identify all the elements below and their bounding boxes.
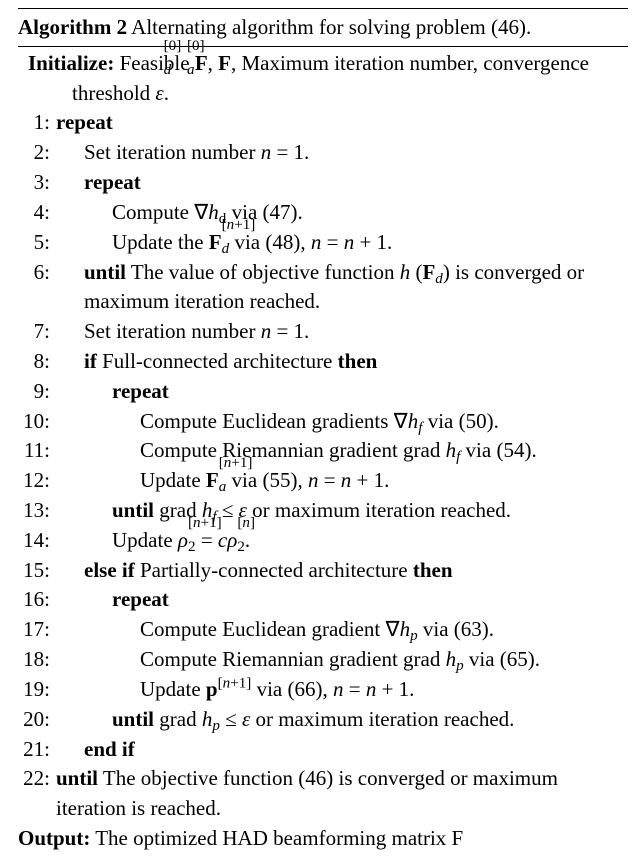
init-F2: F bbox=[218, 51, 231, 75]
line-number: 20: bbox=[18, 705, 56, 735]
code-line: 12:Update F[n+1]a via (55), n = n + 1. bbox=[18, 466, 628, 496]
code-line: 4:Compute ∇hd via (47). bbox=[18, 198, 628, 228]
code-line: 1:repeat bbox=[18, 108, 628, 138]
line-number: 15: bbox=[18, 556, 56, 586]
line-code: repeat bbox=[56, 377, 628, 407]
code-line: 3:repeat bbox=[18, 168, 628, 198]
line-code: Set iteration number n = 1. bbox=[56, 138, 628, 168]
algorithm-block: Algorithm 2 Alternating algorithm for so… bbox=[0, 0, 640, 860]
code-line: 14:Update ρ[n+1]2 = cρ[n]2. bbox=[18, 526, 628, 556]
code-line: 11:Compute Riemannian gradient grad hf v… bbox=[18, 436, 628, 466]
initialize-label: Initialize: bbox=[28, 51, 114, 75]
init-F1-sub: d bbox=[164, 62, 172, 78]
line-code: Set iteration number n = 1. bbox=[56, 317, 628, 347]
line-code: until The value of objective function h … bbox=[56, 258, 628, 318]
init-F2-sub: a bbox=[187, 62, 195, 78]
line-code: Compute Euclidean gradient ∇hp via (63). bbox=[56, 615, 628, 645]
line-code: Update F[n+1]a via (55), n = n + 1. bbox=[56, 466, 628, 496]
code-line: 10:Compute Euclidean gradients ∇hf via (… bbox=[18, 407, 628, 437]
init-comma1: , bbox=[208, 51, 219, 75]
line-code: repeat bbox=[56, 585, 628, 615]
line-number: 5: bbox=[18, 228, 56, 258]
line-number: 4: bbox=[18, 198, 56, 228]
output-label: Output: bbox=[18, 826, 90, 850]
line-number: 13: bbox=[18, 496, 56, 526]
code-line: 18:Compute Riemannian gradient grad hp v… bbox=[18, 645, 628, 675]
line-code: repeat bbox=[56, 168, 628, 198]
line-code: Compute Euclidean gradients ∇hf via (50)… bbox=[56, 407, 628, 437]
line-number: 22: bbox=[18, 764, 56, 824]
code-line: 21:end if bbox=[18, 735, 628, 765]
line-number: 19: bbox=[18, 675, 56, 705]
code-line: 8:if Full-connected architecture then bbox=[18, 347, 628, 377]
line-code: Update ρ[n+1]2 = cρ[n]2. bbox=[56, 526, 628, 556]
init-F1: F bbox=[195, 51, 208, 75]
line-number: 16: bbox=[18, 585, 56, 615]
line-number: 3: bbox=[18, 168, 56, 198]
code-line: 5:Update the F[n+1]d via (48), n = n + 1… bbox=[18, 228, 628, 258]
line-number: 7: bbox=[18, 317, 56, 347]
line-number: 12: bbox=[18, 466, 56, 496]
line-number: 9: bbox=[18, 377, 56, 407]
initialize-line: Initialize: Feasible F[0]d, F[0]a, Maxim… bbox=[18, 49, 628, 109]
line-code: end if bbox=[56, 735, 628, 765]
algorithm-title-rest: Alternating algorithm for solving proble… bbox=[127, 15, 531, 39]
line-code: Update the F[n+1]d via (48), n = n + 1. bbox=[56, 228, 628, 258]
line-code: else if Partially-connected architecture… bbox=[56, 556, 628, 586]
line-code: Compute ∇hd via (47). bbox=[56, 198, 628, 228]
code-line: 13:until grad hf ≤ ε or maximum iteratio… bbox=[18, 496, 628, 526]
code-line: 19:Update p[n+1] via (66), n = n + 1. bbox=[18, 675, 628, 705]
algorithm-number: Algorithm 2 bbox=[18, 15, 127, 39]
algorithm-title-line: Algorithm 2 Alternating algorithm for so… bbox=[18, 8, 628, 47]
line-code: Compute Riemannian gradient grad hf via … bbox=[56, 436, 628, 466]
code-line: 15:else if Partially-connected architect… bbox=[18, 556, 628, 586]
line-number: 8: bbox=[18, 347, 56, 377]
line-code: if Full-connected architecture then bbox=[56, 347, 628, 377]
init-eps: ε bbox=[155, 81, 163, 105]
line-number: 6: bbox=[18, 258, 56, 318]
line-code: repeat bbox=[56, 108, 628, 138]
line-number: 17: bbox=[18, 615, 56, 645]
code-line: 9:repeat bbox=[18, 377, 628, 407]
line-code: until The objective function (46) is con… bbox=[56, 764, 628, 824]
code-line: 17:Compute Euclidean gradient ∇hp via (6… bbox=[18, 615, 628, 645]
code-line: 7:Set iteration number n = 1. bbox=[18, 317, 628, 347]
line-number: 2: bbox=[18, 138, 56, 168]
code-line: 2:Set iteration number n = 1. bbox=[18, 138, 628, 168]
line-number: 10: bbox=[18, 407, 56, 437]
line-number: 21: bbox=[18, 735, 56, 765]
output-rest: The optimized HAD beamforming matrix F bbox=[90, 826, 463, 850]
line-number: 14: bbox=[18, 526, 56, 556]
line-number: 1: bbox=[18, 108, 56, 138]
line-code: Compute Riemannian gradient grad hp via … bbox=[56, 645, 628, 675]
code-line: 16:repeat bbox=[18, 585, 628, 615]
init-period: . bbox=[164, 81, 169, 105]
code-line: 20:until grad hp ≤ ε or maximum iteratio… bbox=[18, 705, 628, 735]
line-number: 18: bbox=[18, 645, 56, 675]
initialize-text-before: Feasible bbox=[114, 51, 194, 75]
code-line: 6:until The value of objective function … bbox=[18, 258, 628, 318]
output-line: Output: The optimized HAD beamforming ma… bbox=[18, 824, 628, 854]
line-code: until grad hf ≤ ε or maximum iteration r… bbox=[56, 496, 628, 526]
line-number: 11: bbox=[18, 436, 56, 466]
code-line: 22:until The objective function (46) is … bbox=[18, 764, 628, 824]
line-code: until grad hp ≤ ε or maximum iteration r… bbox=[56, 705, 628, 735]
line-code: Update p[n+1] via (66), n = n + 1. bbox=[56, 675, 628, 705]
pseudocode-body: 1:repeat2:Set iteration number n = 1.3:r… bbox=[18, 108, 628, 824]
